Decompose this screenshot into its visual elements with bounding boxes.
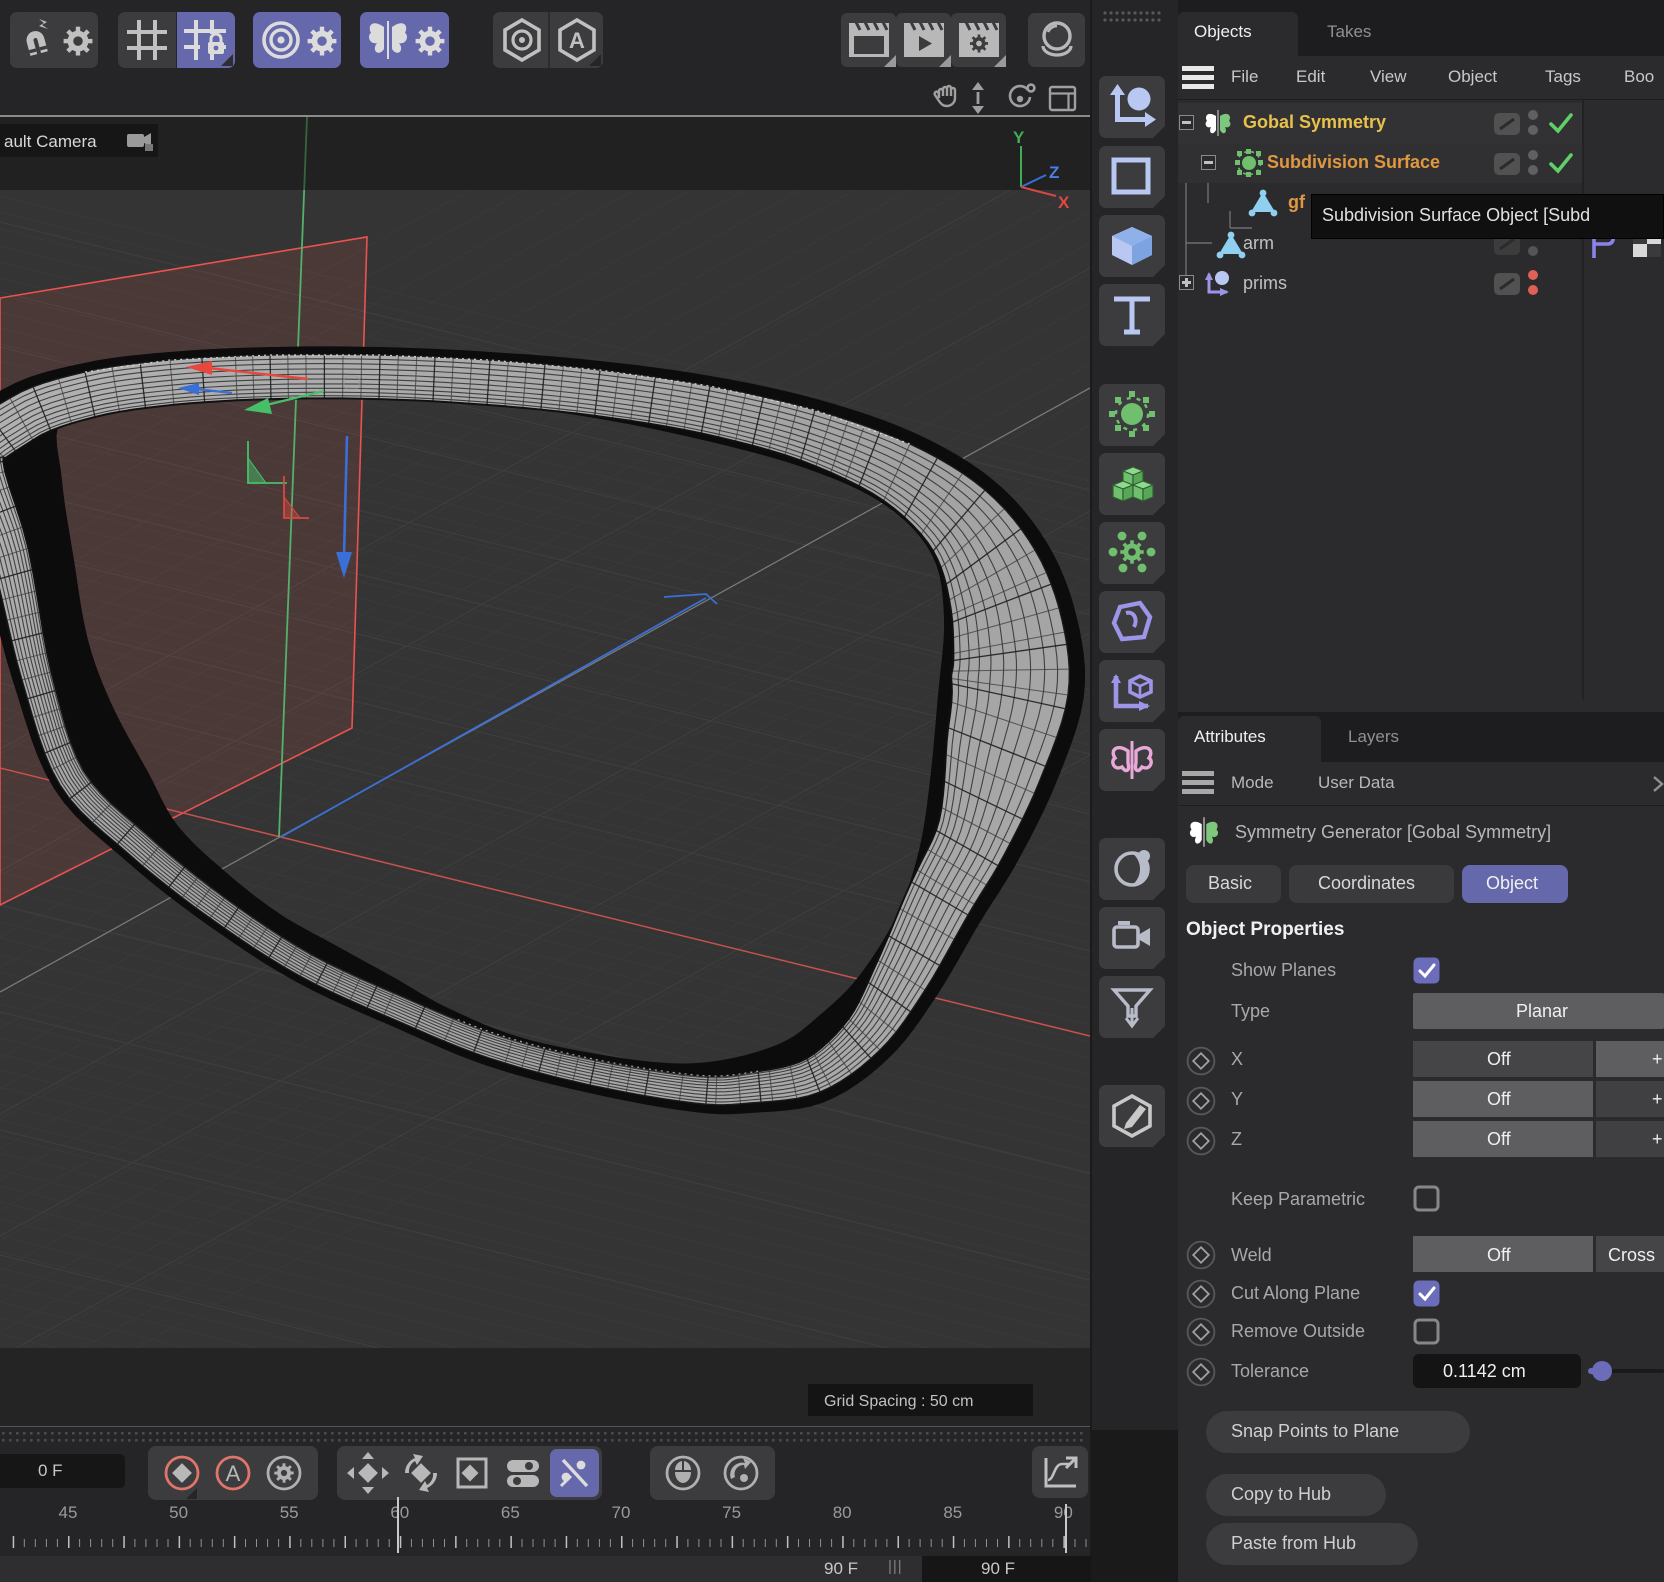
svg-text:Y: Y [1013,128,1025,147]
svg-text:X: X [1058,193,1070,212]
svg-text:ault Camera: ault Camera [4,132,97,151]
svg-text:A: A [226,1461,241,1486]
svg-text:A: A [569,28,585,53]
svg-text:Z: Z [1049,163,1059,182]
svg-text:Grid Spacing : 50 cm: Grid Spacing : 50 cm [824,1393,973,1410]
